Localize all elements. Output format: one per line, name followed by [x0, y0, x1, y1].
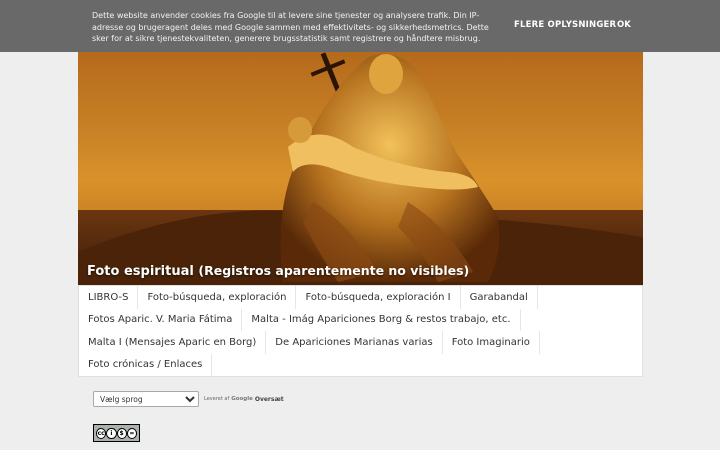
header-image[interactable]: Foto espiritual (Registros aparentemente…: [78, 52, 643, 285]
nav-item-foto-busqueda[interactable]: Foto-búsqueda, exploración: [138, 286, 297, 309]
page-navigation: LIBRO-S Foto-búsqueda, exploración Foto-…: [78, 285, 643, 377]
nav-item-malta-imag[interactable]: Malta - Imág Apariciones Borg & restos t…: [242, 308, 521, 331]
nav-row: LIBRO-S Foto-búsqueda, exploración Foto-…: [79, 286, 642, 309]
header-caption-sub: (Registros aparentemente no visibles): [198, 263, 470, 278]
nav-item-fotos-aparic-fatima[interactable]: Fotos Aparic. V. Maria Fátima: [79, 308, 243, 331]
translate-link[interactable]: Oversæt: [255, 396, 284, 403]
nav-row: Fotos Aparic. V. Maria Fátima Malta - Im…: [79, 308, 642, 331]
language-select[interactable]: Vælg sprog: [93, 391, 199, 407]
google-logo: Google: [231, 396, 253, 402]
more-info-link[interactable]: FLERE OPLYSNINGER: [514, 20, 616, 30]
cc-icon: cc: [96, 427, 107, 439]
powered-by-google: Leveret af Google Oversæt: [204, 396, 284, 403]
nc-icon: $: [116, 427, 127, 439]
nav-item-foto-cronicas[interactable]: Foto crónicas / Enlaces: [79, 353, 213, 376]
nd-icon: =: [126, 427, 137, 439]
creative-commons-license-badge[interactable]: cc i $ =: [93, 424, 140, 442]
powered-prefix: Leveret af: [204, 396, 230, 402]
nav-row: Foto crónicas / Enlaces: [79, 353, 642, 376]
cookie-ok-button[interactable]: OK: [617, 20, 631, 30]
cookie-notice-text: Dette website anvender cookies fra Googl…: [92, 11, 489, 43]
nav-item-foto-busqueda-i[interactable]: Foto-búsqueda, exploración I: [296, 286, 461, 309]
nav-item-garabandal[interactable]: Garabandal: [461, 286, 538, 309]
pieta-statue-illustration: [78, 52, 643, 285]
nav-item-malta-i[interactable]: Malta I (Mensajes Aparic en Borg): [79, 331, 267, 354]
nav-item-apariciones-marianas[interactable]: De Apariciones Marianas varias: [266, 331, 443, 354]
nav-item-libro-s[interactable]: LIBRO-S: [79, 286, 139, 309]
header-caption-main: Foto espiritual: [87, 264, 194, 279]
nav-item-foto-imaginario[interactable]: Foto Imaginario: [443, 331, 540, 354]
header-caption: Foto espiritual (Registros aparentemente…: [87, 263, 469, 279]
cookie-notice-bar: Dette website anvender cookies fra Googl…: [0, 0, 720, 52]
by-icon: i: [106, 427, 117, 439]
google-translate-widget: Vælg sprog Leveret af Google Oversæt: [93, 391, 284, 407]
nav-row: Malta I (Mensajes Aparic en Borg) De Apa…: [79, 331, 642, 354]
